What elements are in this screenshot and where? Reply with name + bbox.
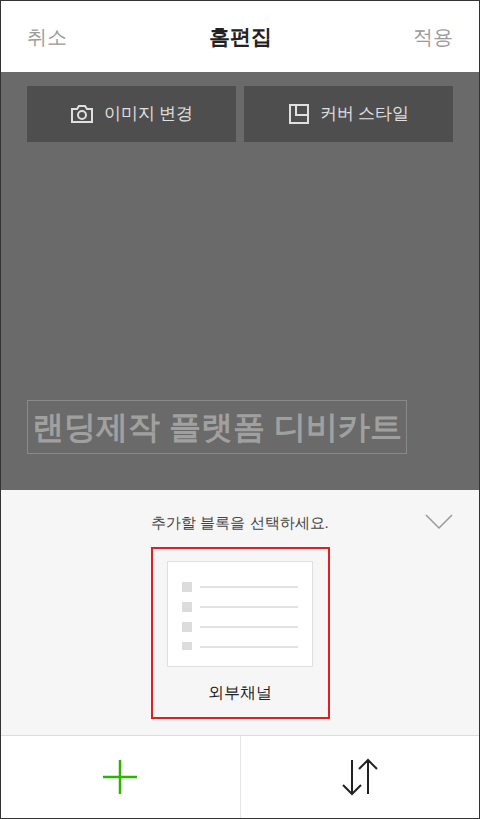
cover: 이미지 변경커버 스타일랜딩제작 플랫폼 디비카트 bbox=[1, 72, 479, 490]
cover-style-icon bbox=[288, 103, 310, 125]
add-button[interactable] bbox=[1, 736, 241, 818]
cover-button[interactable]: 커버 스타일 bbox=[244, 86, 453, 142]
bottom-bar bbox=[1, 735, 479, 818]
cover-title[interactable]: 랜딩제작 플랫폼 디비카트 bbox=[27, 400, 407, 454]
block-option[interactable]: 외부채널 bbox=[151, 547, 330, 719]
sort-arrows-icon bbox=[340, 758, 380, 796]
sheet-prompt: 추가할 블록을 선택하세요. bbox=[151, 512, 329, 535]
camera-icon bbox=[70, 103, 94, 125]
app: 취소 홈편집 적용이미지 변경커버 스타일랜딩제작 플랫폼 디비카트추가할 블록을 … bbox=[0, 0, 480, 819]
page-title: 홈편집 bbox=[209, 21, 272, 53]
cover-button[interactable]: 이미지 변경 bbox=[27, 86, 236, 142]
list-icon bbox=[180, 578, 300, 650]
plus-icon bbox=[102, 759, 138, 795]
apply-button[interactable]: 적용 bbox=[413, 22, 453, 52]
top-bar: 취소 홈편집 적용 bbox=[1, 1, 479, 72]
chevron-down-icon[interactable] bbox=[425, 514, 453, 530]
block-sheet: 추가할 블록을 선택하세요. 외부채널 bbox=[1, 490, 479, 735]
block-label: 외부채널 bbox=[208, 681, 272, 705]
cancel-button[interactable]: 취소 bbox=[27, 22, 67, 52]
reorder-button[interactable] bbox=[241, 736, 480, 818]
